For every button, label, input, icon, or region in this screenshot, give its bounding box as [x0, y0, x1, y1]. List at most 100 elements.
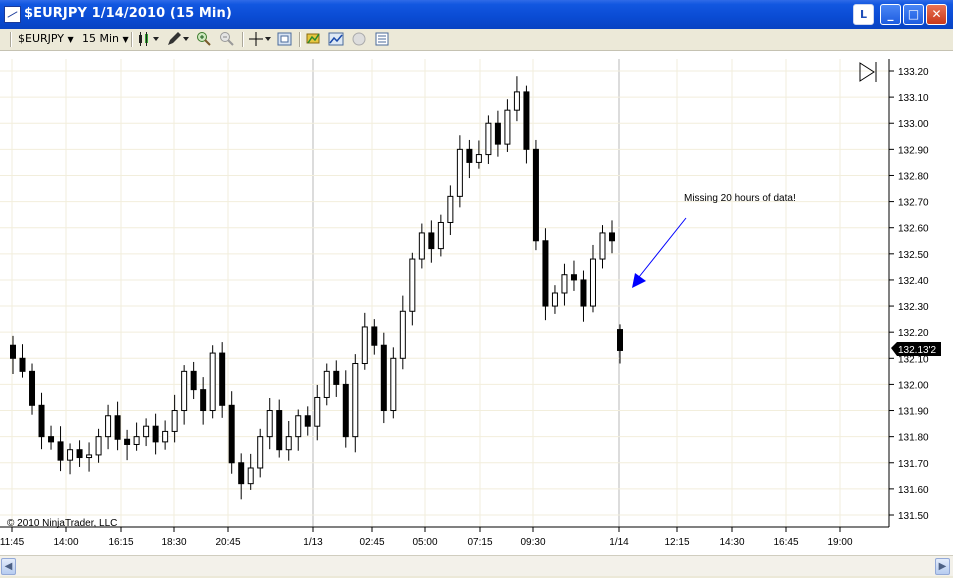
x-tick-label: 1/14 — [609, 537, 629, 548]
link-button[interactable]: L — [853, 4, 874, 25]
candle-up — [285, 436, 292, 451]
strategies-icon[interactable] — [305, 31, 321, 47]
candle-down — [428, 232, 435, 250]
maximize-button[interactable]: □ — [903, 4, 924, 25]
window-title: $EURJPY 1/14/2010 (15 Min) — [24, 6, 232, 21]
indicators-icon[interactable] — [328, 31, 344, 47]
candle-up — [409, 258, 416, 312]
chart-panel[interactable]: 133.20 133.10 133.00 132.90 132.80 132.70 132.… — [0, 51, 953, 555]
candle-up — [95, 436, 102, 456]
x-tick-label: 1/13 — [303, 537, 323, 548]
candle-down — [114, 415, 121, 440]
candle-up — [418, 232, 425, 260]
candle-up — [133, 436, 140, 445]
pencil-icon[interactable] — [166, 31, 190, 47]
candle-down — [238, 462, 245, 485]
x-tick-label: 11:45 — [0, 537, 25, 548]
toolbar-grip — [10, 32, 12, 47]
candlestick-chart[interactable]: 133.20 133.10 133.00 132.90 132.80 132.70 132.… — [0, 51, 953, 555]
x-tick-label: 20:45 — [215, 537, 240, 548]
scroll-track[interactable] — [17, 558, 934, 575]
y-tick-label: 131.90 — [898, 407, 929, 418]
y-tick-label: 133.00 — [898, 119, 929, 130]
candle-down — [380, 344, 387, 412]
properties-icon[interactable] — [374, 31, 390, 47]
y-tick-label: 132.30 — [898, 302, 929, 313]
y-tick-label: 133.20 — [898, 67, 929, 78]
data-box-icon[interactable] — [277, 31, 293, 47]
annotation-arrow-head — [632, 273, 646, 288]
y-tick-label: 133.10 — [898, 93, 929, 104]
x-tick-label: 16:15 — [108, 537, 133, 548]
candle-down — [617, 329, 623, 351]
x-tick-label: 05:00 — [412, 537, 437, 548]
candle-down — [76, 449, 83, 459]
candle-up — [361, 326, 368, 365]
candle-up — [456, 148, 463, 197]
candle-down — [304, 415, 311, 427]
y-tick-label: 132.90 — [898, 145, 929, 156]
candle-down — [542, 240, 549, 307]
candle-up — [86, 454, 93, 459]
candle-down — [532, 148, 539, 242]
chevron-down-icon: ▼ — [122, 35, 129, 44]
candle-up — [181, 370, 188, 412]
scroll-right-button[interactable]: ▶ — [935, 558, 950, 575]
candle-up — [551, 292, 558, 307]
y-tick-label: 132.80 — [898, 171, 929, 182]
zoom-in-icon[interactable] — [196, 31, 212, 47]
candle-up — [314, 396, 321, 427]
candle-down — [124, 438, 131, 445]
interval-selector[interactable]: 15 Min ▼ — [82, 32, 129, 45]
candle-down — [200, 389, 207, 412]
candle-up — [143, 425, 150, 438]
candle-down — [48, 436, 55, 443]
candle-up — [247, 467, 254, 485]
sim-icon[interactable] — [351, 31, 367, 47]
gap-annotation: Missing 20 hours of data! — [684, 193, 796, 204]
scroll-left-button[interactable]: ◀ — [1, 558, 16, 575]
zoom-out-icon[interactable] — [219, 31, 235, 47]
minimize-button[interactable]: _ — [880, 4, 901, 25]
candle-up — [561, 274, 568, 294]
candle-down — [228, 404, 235, 464]
candle-down — [523, 91, 530, 150]
interval-label: 15 Min — [82, 32, 120, 45]
candle-down — [333, 370, 340, 385]
x-tick-label: 12:15 — [664, 537, 689, 548]
candle-down — [219, 352, 226, 406]
candle-up — [105, 415, 112, 438]
x-tick-label: 07:15 — [467, 537, 492, 548]
candle-down — [152, 425, 159, 443]
candlestick-icon[interactable] — [137, 31, 161, 47]
x-tick-label: 18:30 — [161, 537, 186, 548]
candle-up — [485, 122, 492, 156]
candle-up — [171, 410, 178, 432]
y-tick-label: 131.80 — [898, 433, 929, 444]
y-tick-label: 131.50 — [898, 511, 929, 522]
candle-down — [466, 148, 473, 163]
candle-up — [352, 363, 359, 438]
candle-up — [295, 415, 302, 438]
candle-down — [609, 232, 615, 242]
y-tick-label: 132.50 — [898, 250, 929, 261]
crosshair-icon[interactable] — [248, 31, 272, 47]
end-of-data-icon[interactable] — [859, 62, 877, 82]
chart-toolbar: $EURJPY ▼ 15 Min ▼ — [0, 29, 953, 51]
x-tick-label: 19:00 — [827, 537, 852, 548]
candle-up — [266, 410, 273, 438]
instrument-selector[interactable]: $EURJPY ▼ — [18, 32, 74, 45]
horizontal-scrollbar[interactable]: ◀ ▶ — [0, 555, 953, 576]
y-tick-label: 132.00 — [898, 380, 929, 391]
candle-up — [504, 109, 511, 145]
candle-down — [190, 370, 197, 391]
instrument-label: $EURJPY — [18, 32, 64, 45]
annotation-arrow-line — [638, 217, 687, 278]
title-bar: $EURJPY 1/14/2010 (15 Min) L _ □ ✕ — [0, 0, 953, 29]
y-tick-label: 132.60 — [898, 224, 929, 235]
close-button[interactable]: ✕ — [926, 4, 947, 25]
candle-down — [570, 274, 577, 281]
x-tick-label: 16:45 — [773, 537, 798, 548]
chart-app-icon — [4, 6, 21, 23]
x-tick-label: 09:30 — [520, 537, 545, 548]
